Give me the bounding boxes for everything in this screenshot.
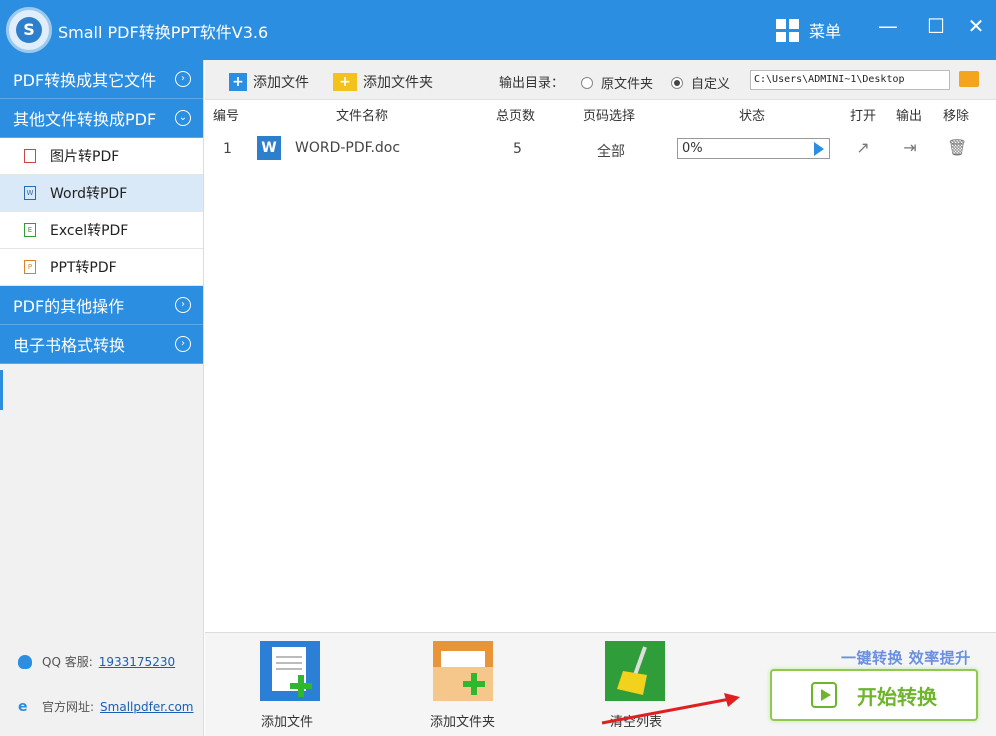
start-convert-button[interactable]: 开始转换 [770, 669, 978, 721]
radio-custom[interactable]: 自定义 [671, 73, 730, 92]
close-button[interactable]: ✕ [964, 16, 988, 36]
menu-label: 菜单 [809, 22, 842, 41]
sidebar-category-other-to-pdf[interactable]: 其他文件转换成PDF ⌄ [0, 99, 203, 138]
app-logo-icon: S [6, 7, 52, 53]
word-doc-icon: W [257, 136, 281, 160]
sidebar-item-word-to-pdf[interactable]: W Word转PDF [0, 175, 203, 212]
browser-icon: e [18, 698, 28, 715]
bottom-add-folder-button[interactable] [433, 641, 493, 701]
radio-selected-icon [671, 76, 683, 89]
grid-icon [776, 18, 799, 42]
qq-number-link[interactable]: 1933175230 [99, 655, 175, 669]
word-file-icon: W [24, 186, 36, 200]
website-link[interactable]: Smallpdfer.com [100, 700, 193, 714]
chevron-right-icon: › [175, 297, 191, 313]
open-external-icon[interactable]: ↗ [853, 138, 873, 158]
broom-icon [605, 641, 665, 701]
trash-icon[interactable]: 🗑 [947, 138, 967, 158]
sidebar-item-ppt-to-pdf[interactable]: P PPT转PDF [0, 249, 203, 286]
add-folder-icon: + [333, 73, 357, 91]
sidebar-category-pdf-to-other[interactable]: PDF转换成其它文件 › [0, 60, 203, 99]
toolbar: + 添加文件 + 添加文件夹 输出目录： 原文件夹 自定义 C:\Users\A… [205, 60, 996, 100]
play-icon [811, 682, 837, 708]
chevron-right-icon: › [175, 71, 191, 87]
sidebar-item-image-to-pdf[interactable]: 图片转PDF [0, 138, 203, 175]
app-title: Small PDF转换PPT软件V3.6 [58, 23, 269, 42]
bottom-panel: 添加文件 添加文件夹 清空列表 一键转换 效率提升 开始转换 [205, 632, 996, 736]
sidebar-item-excel-to-pdf[interactable]: E Excel转PDF [0, 212, 203, 249]
output-dir-label: 输出目录： [499, 76, 565, 91]
title-bar: S Small PDF转换PPT软件V3.6 菜单 — ☐ ✕ [0, 0, 996, 60]
file-name: WORD-PDF.doc [295, 140, 401, 156]
progress-bar: 0% [677, 138, 830, 159]
sidebar-category-ebook[interactable]: 电子书格式转换 › [0, 325, 203, 364]
output-path-field[interactable]: C:\Users\ADMINI~1\Desktop [750, 70, 950, 90]
sidebar: PDF转换成其它文件 › 其他文件转换成PDF ⌄ 图片转PDF W Word转… [0, 60, 204, 736]
sidebar-accent-strip [0, 370, 3, 410]
add-file-icon: + [229, 73, 247, 91]
table-header: 编号 文件名称 总页数 页码选择 状态 打开 输出 移除 [213, 109, 970, 124]
page-count: 5 [513, 141, 522, 157]
radio-original-folder[interactable]: 原文件夹 [581, 73, 653, 92]
sidebar-category-pdf-other-ops[interactable]: PDF的其他操作 › [0, 286, 203, 325]
bottom-clear-list-button[interactable] [605, 641, 665, 701]
add-file-big-icon [260, 641, 320, 701]
minimize-button[interactable]: — [876, 16, 900, 36]
chevron-down-icon: ⌄ [175, 110, 191, 126]
add-folder-big-icon [433, 641, 493, 701]
slogan: 一键转换 效率提升 [841, 649, 971, 667]
bottom-add-file-button[interactable] [260, 641, 320, 701]
excel-file-icon: E [24, 223, 36, 237]
ppt-file-icon: P [24, 260, 36, 274]
menu-button[interactable]: 菜单 [776, 17, 841, 43]
table-row[interactable]: 1 W WORD-PDF.doc 5 全部 0% ↗ ⇥ 🗑 [205, 132, 996, 166]
radio-icon [581, 76, 593, 89]
official-website: e 官方网址: Smallpdfer.com [18, 698, 194, 715]
output-icon[interactable]: ⇥ [900, 138, 920, 158]
image-file-icon [24, 149, 36, 163]
chevron-right-icon: › [175, 336, 191, 352]
browse-folder-icon[interactable] [959, 71, 979, 87]
page-range[interactable]: 全部 [597, 141, 625, 161]
red-arrow-annotation [601, 693, 740, 725]
qq-penguin-icon [18, 654, 32, 669]
qq-support: QQ 客服: 1933175230 [18, 653, 175, 670]
add-folder-button[interactable]: + 添加文件夹 [333, 72, 433, 92]
maximize-button[interactable]: ☐ [924, 16, 948, 36]
play-icon[interactable] [814, 142, 824, 156]
add-file-button[interactable]: + 添加文件 [229, 72, 309, 92]
